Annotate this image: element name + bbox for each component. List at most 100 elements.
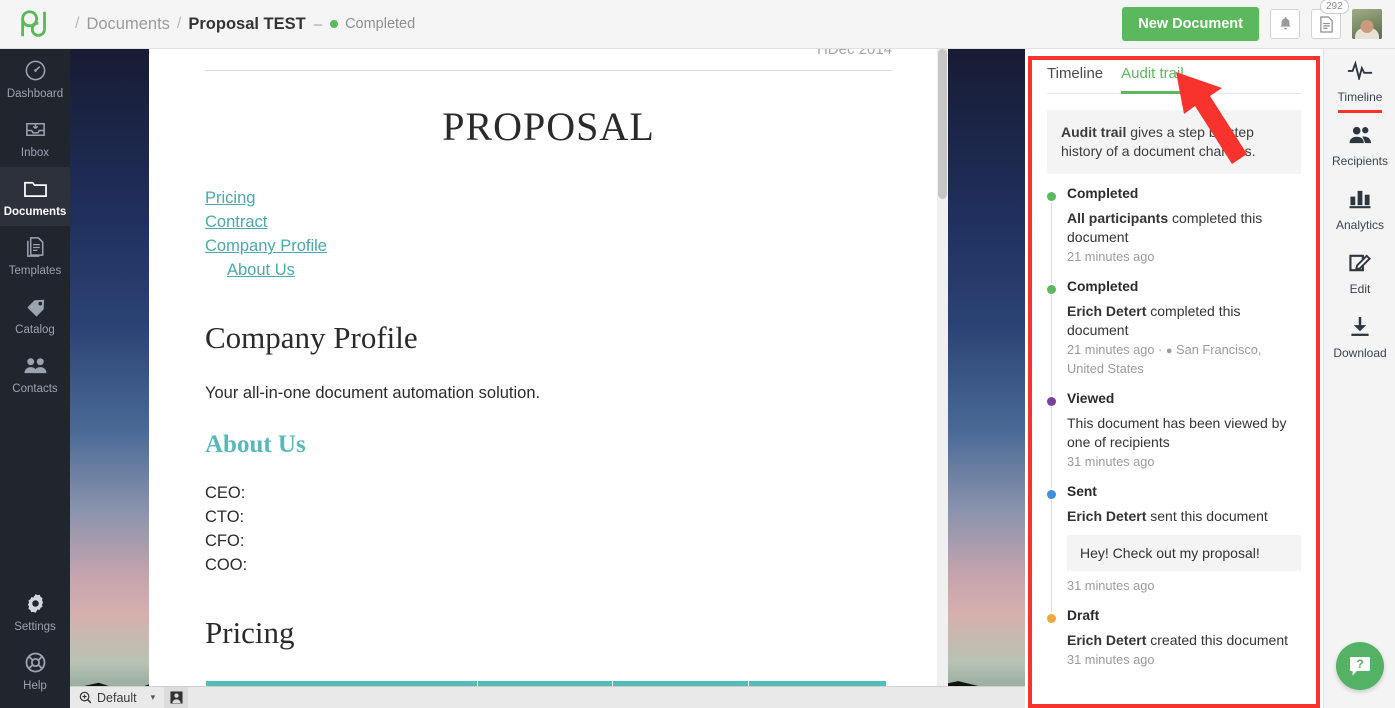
event-description: Erich Detert created this document	[1067, 631, 1301, 650]
event-description: This document has been viewed by one of …	[1067, 415, 1287, 450]
sidebar-item-documents[interactable]: Documents	[0, 167, 70, 226]
sidebar-bottom-group: Settings Help	[0, 582, 70, 700]
recipient-toggle-button[interactable]	[164, 686, 189, 708]
bell-icon	[1279, 17, 1291, 30]
trail-event-draft: Draft Erich Detert created this document…	[1047, 608, 1301, 682]
zoom-control[interactable]: Default ▾	[70, 687, 164, 708]
sidebar-label-templates: Templates	[8, 265, 62, 277]
event-title: Completed	[1067, 186, 1139, 201]
document-date-header: HDec 2014	[816, 49, 892, 58]
rail-label-edit: Edit	[1349, 282, 1371, 296]
rail-item-timeline[interactable]: Timeline	[1324, 49, 1395, 113]
event-dot-icon	[1047, 397, 1056, 406]
rail-item-recipients[interactable]: Recipients	[1324, 113, 1395, 177]
breadcrumb: / Documents / Proposal TEST – Completed	[68, 15, 415, 34]
inbox-icon	[0, 118, 70, 144]
toc-link-contract[interactable]: Contract	[205, 210, 892, 234]
zoom-level-label: Default	[97, 690, 137, 705]
sidebar-item-dashboard[interactable]: Dashboard	[0, 49, 70, 108]
sidebar-item-templates[interactable]: Templates	[0, 226, 70, 285]
user-avatar[interactable]	[1352, 9, 1382, 39]
zoom-in-icon	[79, 691, 92, 704]
document-content: HDec 2014 PROPOSAL Pricing Contract Comp…	[149, 49, 948, 686]
event-title: Completed	[1067, 279, 1139, 294]
toc-link-about-us[interactable]: About Us	[227, 258, 892, 282]
event-message-box: Hey! Check out my proposal!	[1067, 535, 1301, 571]
rail-item-edit[interactable]: Edit	[1324, 241, 1395, 305]
role-cfo: CFO:	[205, 532, 245, 550]
breadcrumb-separator-1: /	[75, 15, 80, 32]
pd-logo-icon	[21, 10, 46, 37]
trail-event-sent: Sent Erich Detert sent this document Hey…	[1047, 484, 1301, 612]
document-section-pricing: Pricing	[205, 615, 295, 650]
status-dot-icon	[330, 20, 339, 28]
event-action: created this document	[1146, 632, 1288, 648]
audit-trail-list: Completed All participants completed thi…	[1047, 186, 1301, 682]
sidebar-item-contacts[interactable]: Contacts	[0, 344, 70, 403]
rail-item-download[interactable]: Download	[1324, 305, 1395, 369]
breadcrumb-current-document: Proposal TEST	[188, 14, 306, 33]
sidebar-item-inbox[interactable]: Inbox	[0, 108, 70, 167]
event-actor: All participants	[1067, 210, 1169, 226]
breadcrumb-documents[interactable]: Documents	[86, 15, 169, 34]
event-connector-line	[1051, 500, 1052, 612]
new-document-button[interactable]: New Document	[1122, 7, 1259, 41]
document-intro-paragraph: Your all-in-one document automation solu…	[205, 384, 541, 402]
event-dot-icon	[1047, 490, 1056, 499]
folder-icon	[0, 177, 70, 203]
event-actor: Erich Detert	[1067, 303, 1147, 319]
svg-text:?: ?	[1356, 657, 1363, 671]
rail-item-analytics[interactable]: Analytics	[1324, 177, 1395, 241]
document-section-company-profile: Company Profile	[205, 320, 418, 355]
brand-logo[interactable]	[0, 10, 68, 38]
document-icon	[1319, 15, 1333, 33]
trail-event-completed-erich: Completed Erich Detert completed this do…	[1047, 279, 1301, 395]
document-page: HDec 2014 PROPOSAL Pricing Contract Comp…	[149, 49, 948, 686]
toc-link-company-profile[interactable]: Company Profile	[205, 234, 892, 258]
document-scrollbar[interactable]	[937, 49, 948, 686]
document-subheading-about-us: About Us	[205, 431, 306, 458]
event-meta: 21 minutes ago	[1067, 249, 1155, 264]
role-coo: COO:	[205, 556, 248, 574]
sidebar-label-help: Help	[23, 680, 47, 692]
help-button[interactable]: ?	[1336, 642, 1384, 690]
bar-chart-icon	[1324, 188, 1395, 212]
templates-icon	[0, 236, 70, 262]
sidebar-label-contacts: Contacts	[12, 383, 58, 395]
event-title: Viewed	[1067, 391, 1115, 406]
event-action: sent this document	[1146, 508, 1268, 524]
gear-icon	[0, 592, 70, 618]
event-actor: Erich Detert	[1067, 508, 1147, 524]
contacts-icon	[0, 354, 70, 380]
event-title: Draft	[1067, 608, 1100, 623]
rail-label-download: Download	[1333, 346, 1387, 360]
event-meta: 31 minutes ago	[1067, 454, 1155, 469]
document-scrollbar-thumb[interactable]	[938, 49, 947, 199]
pulse-icon	[1324, 60, 1395, 84]
documents-count-button[interactable]: 292	[1311, 0, 1349, 39]
event-meta: 21 minutes ago · ● San Francisco, United…	[1067, 341, 1301, 377]
panel-content: Timeline Audit trail Audit trail gives a…	[1025, 49, 1323, 682]
toc-link-pricing[interactable]: Pricing	[205, 186, 892, 210]
person-icon	[170, 691, 183, 704]
document-title: PROPOSAL	[442, 104, 655, 149]
app-root: / Documents / Proposal TEST – Completed …	[0, 0, 1395, 708]
top-header-bar: / Documents / Proposal TEST – Completed …	[0, 0, 1395, 49]
event-dot-icon	[1047, 285, 1056, 294]
sidebar-label-inbox: Inbox	[20, 147, 50, 159]
event-meta: 31 minutes ago	[1067, 578, 1155, 593]
sidebar-item-catalog[interactable]: Catalog	[0, 285, 70, 344]
audit-trail-info-bold: Audit trail	[1061, 124, 1127, 140]
tab-timeline[interactable]: Timeline	[1047, 65, 1103, 94]
sidebar-item-help[interactable]: Help	[0, 641, 70, 700]
audit-trail-info-box: Audit trail gives a step by step history…	[1047, 110, 1301, 174]
status-badge: Completed	[330, 16, 415, 32]
trail-event-viewed: Viewed This document has been viewed by …	[1047, 391, 1301, 488]
tab-audit-trail[interactable]: Audit trail	[1121, 65, 1184, 94]
panel-tabs: Timeline Audit trail	[1047, 49, 1301, 94]
notifications-button[interactable]	[1270, 9, 1300, 39]
header-actions: New Document 292	[1122, 0, 1395, 41]
sidebar-item-settings[interactable]: Settings	[0, 582, 70, 641]
event-connector-line	[1051, 295, 1052, 395]
event-title: Sent	[1067, 484, 1097, 499]
